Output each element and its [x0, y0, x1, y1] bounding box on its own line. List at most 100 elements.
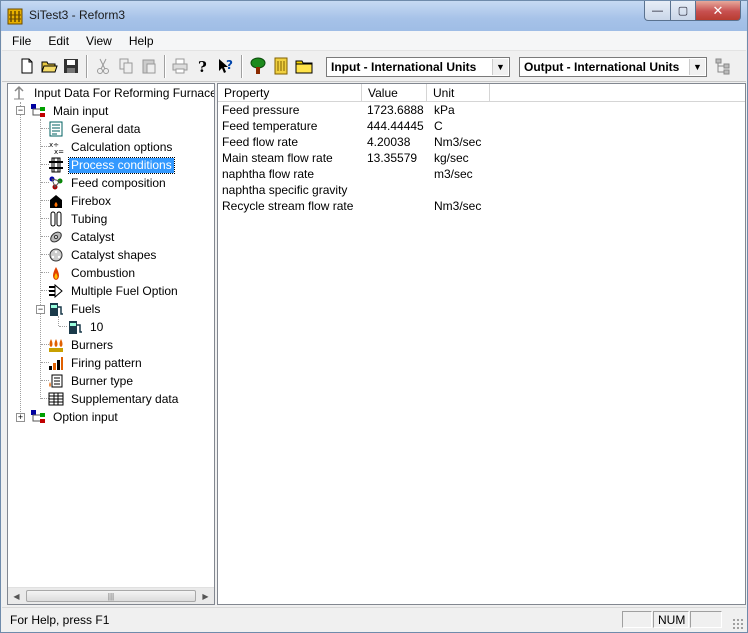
tree-item-combustion[interactable]: Combustion: [48, 264, 137, 282]
tree-item-label: 10: [90, 319, 104, 334]
save-button[interactable]: [60, 55, 82, 77]
table-row[interactable]: naphtha flow rate m3/sec: [218, 166, 745, 182]
input-tree-pane[interactable]: Input Data For Reforming Furnace − Main …: [7, 83, 215, 605]
table-row[interactable]: Main steam flow rate 13.35579 kg/sec: [218, 150, 745, 166]
context-help-button[interactable]: ?: [215, 55, 237, 77]
table-row[interactable]: Feed temperature 444.44445 C: [218, 118, 745, 134]
calculate-icon: [274, 57, 288, 75]
table-row[interactable]: Recycle stream flow rate Nm3/sec: [218, 198, 745, 214]
status-panel-caps: [622, 611, 652, 628]
valve-icon: [49, 157, 63, 173]
print-button[interactable]: [169, 55, 191, 77]
tree-item-process-conditions[interactable]: Process conditions: [48, 156, 175, 174]
title-bar[interactable]: SiTest3 - Reform3 — ▢ ✕: [1, 1, 747, 31]
multi-fuel-icon: [49, 283, 63, 299]
menu-file[interactable]: File: [2, 34, 38, 48]
menu-help[interactable]: Help: [119, 34, 161, 48]
hierarchy-tree-icon: [31, 410, 45, 423]
tree-icon: [250, 57, 266, 74]
copy-button[interactable]: [115, 55, 137, 77]
table-row[interactable]: Feed pressure 1723.6888 kPa: [218, 102, 745, 118]
maximize-icon: ▢: [677, 5, 689, 17]
hierarchy-button[interactable]: [712, 55, 734, 77]
molecule-icon: [49, 176, 63, 190]
column-header-property[interactable]: Property: [218, 84, 362, 102]
toolbar: ? ? Input - International Units ▼ Output…: [2, 52, 746, 82]
close-button[interactable]: ✕: [695, 1, 741, 21]
tree-item-option-input[interactable]: Option input: [30, 408, 120, 426]
fuel-pump-icon: [50, 303, 63, 316]
menu-edit[interactable]: Edit: [38, 34, 76, 48]
chevron-down-icon[interactable]: ▼: [492, 59, 508, 75]
chevron-down-icon[interactable]: ▼: [689, 59, 705, 75]
tree-item-label: Firebox: [71, 193, 112, 208]
expand-option-input[interactable]: +: [16, 413, 25, 422]
tree-item-fuel-10[interactable]: 10: [67, 318, 105, 336]
firebox-icon: [50, 195, 62, 208]
open-case-button[interactable]: [293, 55, 315, 77]
tree-item-general-data[interactable]: General data: [48, 120, 142, 138]
tree-view-button[interactable]: [247, 55, 269, 77]
app-icon[interactable]: [7, 7, 23, 25]
maximize-button[interactable]: ▢: [670, 1, 696, 21]
minimize-button[interactable]: —: [644, 1, 671, 21]
input-tree[interactable]: Input Data For Reforming Furnace − Main …: [8, 84, 214, 584]
table-icon: [48, 392, 64, 406]
scroll-right-icon[interactable]: ▶: [197, 588, 214, 604]
tree-item-label: Option input: [53, 409, 118, 424]
collapse-main-input[interactable]: −: [16, 106, 25, 115]
property-grid[interactable]: Property Value Unit Feed pressure 1723.6…: [217, 83, 746, 605]
value-cell[interactable]: 444.44445: [363, 118, 428, 134]
print-icon: [172, 58, 188, 74]
tree-item-catalyst-shapes[interactable]: Catalyst shapes: [48, 246, 158, 264]
value-cell[interactable]: 13.35579: [363, 150, 421, 166]
tree-item-label: Supplementary data: [71, 391, 179, 406]
table-row[interactable]: naphtha specific gravity: [218, 182, 745, 198]
tree-item-catalyst[interactable]: Catalyst: [48, 228, 116, 246]
scroll-left-icon[interactable]: ◀: [8, 588, 25, 604]
calculate-button[interactable]: [270, 55, 292, 77]
burner-type-icon: [49, 374, 63, 388]
horizontal-scrollbar[interactable]: ◀ ||| ▶: [8, 587, 214, 604]
tree-item-feed-composition[interactable]: Feed composition: [48, 174, 168, 192]
bar-chart-icon: [49, 357, 63, 370]
tree-item-burner-type[interactable]: Burner type: [48, 372, 135, 390]
about-button[interactable]: ?: [192, 55, 214, 77]
scroll-thumb[interactable]: |||: [26, 590, 196, 602]
table-row[interactable]: Feed flow rate 4.20038 Nm3/sec: [218, 134, 745, 150]
collapse-fuels[interactable]: −: [36, 305, 45, 314]
output-units-select[interactable]: Output - International Units ▼: [519, 57, 707, 77]
input-units-value: Input - International Units: [331, 60, 477, 74]
resize-grip-icon[interactable]: [732, 618, 744, 630]
value-cell[interactable]: 1723.6888: [363, 102, 428, 118]
tree-item-fuels[interactable]: Fuels: [48, 300, 102, 318]
new-button[interactable]: [16, 55, 38, 77]
copy-icon: [119, 58, 133, 74]
hierarchy-tree-icon: [31, 104, 45, 117]
column-header-value[interactable]: Value: [362, 84, 427, 102]
tree-item-firing-pattern[interactable]: Firing pattern: [48, 354, 144, 372]
tree-item-firebox[interactable]: Firebox: [48, 192, 113, 210]
save-icon: [64, 59, 78, 73]
cut-button[interactable]: [92, 55, 114, 77]
status-panel-num: NUM: [653, 611, 689, 628]
input-units-select[interactable]: Input - International Units ▼: [326, 57, 510, 77]
tree-item-multiple-fuel-option[interactable]: Multiple Fuel Option: [48, 282, 180, 300]
tree-root[interactable]: Input Data For Reforming Furnace: [11, 84, 214, 102]
tree-item-burners[interactable]: Burners: [48, 336, 115, 354]
menu-view[interactable]: View: [76, 34, 119, 48]
cut-icon: [97, 58, 109, 74]
document-list-icon: [49, 121, 63, 137]
open-button[interactable]: [38, 55, 60, 77]
value-cell[interactable]: 4.20038: [363, 134, 414, 150]
property-cell: Feed temperature: [222, 119, 318, 133]
context-help-icon: ?: [219, 58, 233, 73]
status-text: For Help, press F1: [10, 613, 110, 627]
tree-item-supplementary-data[interactable]: Supplementary data: [48, 390, 180, 408]
tree-item-main-input[interactable]: Main input: [30, 102, 110, 120]
burners-icon: [49, 339, 63, 352]
tree-item-tubing[interactable]: Tubing: [48, 210, 109, 228]
paste-button[interactable]: [138, 55, 160, 77]
tree-item-calculation-options[interactable]: x÷ x= Calculation options: [48, 138, 174, 156]
column-header-unit[interactable]: Unit: [427, 84, 490, 102]
